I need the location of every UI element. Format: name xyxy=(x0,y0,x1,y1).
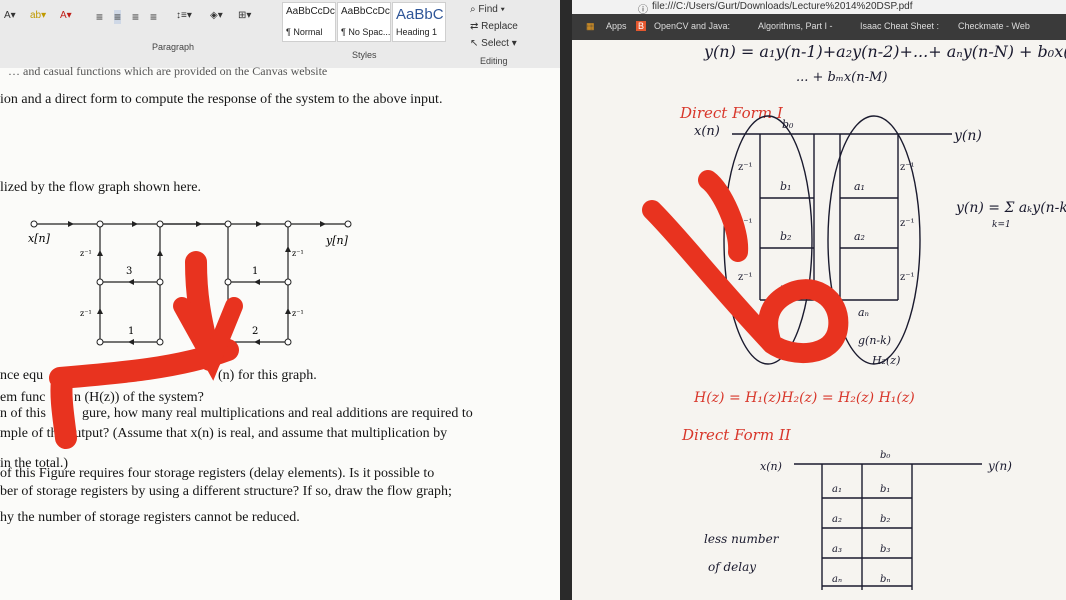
word-window: A▾ ab▾ A▾ ≡ ≡ ≡ ≡ ↕≡▾ ◈▾ ⊞▾ Paragraph Aa… xyxy=(0,0,572,600)
style-name: ¶ No Spac... xyxy=(341,27,391,37)
find-label: Find xyxy=(478,4,498,15)
shading-icon[interactable]: ◈▾ xyxy=(210,10,223,21)
red-marker-annotation xyxy=(49,251,243,449)
bookmark-checkmate[interactable]: Checkmate - Web xyxy=(958,21,1030,31)
find-button[interactable]: ⌕ Find ▾ xyxy=(470,4,505,15)
paragraph-group-label: Paragraph xyxy=(152,42,195,52)
select-button[interactable]: ↖ Select ▾ xyxy=(470,38,517,49)
bookmark-icon: B xyxy=(636,21,647,31)
align-center-icon[interactable]: ≡ xyxy=(114,10,122,24)
highlight-icon[interactable]: ab▾ xyxy=(30,10,46,21)
justify-icon[interactable]: ≡ xyxy=(150,10,157,24)
replace-button[interactable]: ⇄ Replace xyxy=(470,21,518,32)
monitor-bezel xyxy=(560,0,572,600)
cursor-icon: ↖ xyxy=(470,38,479,49)
replace-label: Replace xyxy=(481,21,518,32)
style-sample: AaBbCcDc xyxy=(341,6,390,17)
editing-group-label: Editing xyxy=(480,56,508,66)
style-sample: AaBbCcDc xyxy=(286,6,335,17)
word-ribbon: A▾ ab▾ A▾ ≡ ≡ ≡ ≡ ↕≡▾ ◈▾ ⊞▾ Paragraph Aa… xyxy=(0,0,572,69)
document-page[interactable]: … and casual functions which are provide… xyxy=(0,64,572,600)
line-spacing-icon[interactable]: ↕≡▾ xyxy=(176,10,192,21)
styles-group-label: Styles xyxy=(352,50,377,60)
text-effects-icon[interactable]: A▾ xyxy=(4,10,16,21)
select-label: Select xyxy=(481,38,509,49)
bookmark-opencv[interactable]: OpenCV and Java: xyxy=(654,21,730,31)
align-right-icon[interactable]: ≡ xyxy=(132,10,139,24)
align-left-icon[interactable]: ≡ xyxy=(96,10,103,24)
bookmark-algorithms[interactable]: Algorithms, Part I - xyxy=(758,21,833,31)
style-name: Heading 1 xyxy=(396,27,438,37)
bookmark-apps[interactable]: Apps xyxy=(606,21,627,31)
font-color-icon[interactable]: A▾ xyxy=(60,10,72,21)
address-bar[interactable]: ⓘ file:///C:/Users/Gurt/Downloads/Lectur… xyxy=(572,0,1066,16)
browser-window: ⓘ file:///C:/Users/Gurt/Downloads/Lectur… xyxy=(572,0,1066,600)
bookmark-isaac[interactable]: Isaac Cheat Sheet : xyxy=(860,21,939,31)
bookmarks-bar: ▦ Apps B OpenCV and Java: Algorithms, Pa… xyxy=(572,14,1066,40)
red-marker-annotation xyxy=(642,170,849,364)
style-name: ¶ Normal xyxy=(286,27,323,37)
style-heading-1[interactable]: AaBbC Heading 1 xyxy=(392,2,446,42)
address-url: file:///C:/Users/Gurt/Downloads/Lecture%… xyxy=(652,1,913,12)
pdf-page[interactable]: y(n) = a₁y(n-1)+a₂y(n-2)+...+ aₙy(n-N) +… xyxy=(572,40,1066,600)
replace-icon: ⇄ xyxy=(470,21,479,32)
style-sample: AaBbC xyxy=(396,6,444,23)
style-normal[interactable]: AaBbCcDc ¶ Normal xyxy=(282,2,336,42)
style-no-spacing[interactable]: AaBbCcDc ¶ No Spac... xyxy=(337,2,391,42)
search-icon: ⌕ xyxy=(470,4,476,15)
borders-icon[interactable]: ⊞▾ xyxy=(238,10,251,21)
apps-icon[interactable]: ▦ xyxy=(586,21,595,32)
